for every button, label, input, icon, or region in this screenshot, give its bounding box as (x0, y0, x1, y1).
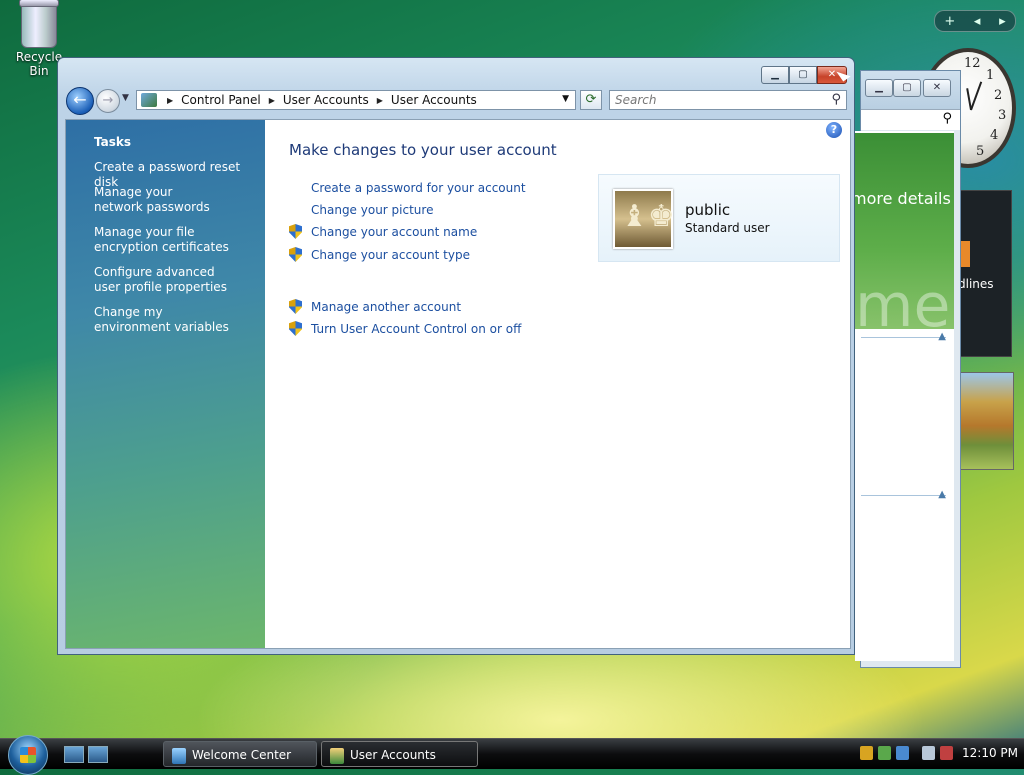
task-change-environment-variables[interactable]: Change my environment variables (94, 305, 234, 335)
window-caption[interactable]: ▁ ▢ ✕ (861, 71, 960, 109)
clock-hand (970, 81, 983, 111)
search-icon: ⚲ (942, 111, 952, 126)
uac-shield-icon (289, 299, 302, 314)
taskbar-button-label: Welcome Center (192, 748, 292, 762)
clock-number: 2 (994, 88, 1003, 103)
clock-number: 1 (986, 68, 995, 83)
breadcrumb-chevron-icon[interactable]: ▶ (167, 96, 173, 105)
tasks-heading: Tasks (94, 135, 132, 149)
clock-hand (966, 88, 972, 111)
address-dropdown-icon[interactable]: ▼ (562, 94, 569, 104)
uac-shield-icon (289, 321, 302, 336)
user-accounts-icon (330, 747, 344, 764)
windows-update-icon[interactable] (896, 746, 909, 760)
breadcrumb-chevron-icon[interactable]: ▶ (377, 96, 383, 105)
security-center-icon[interactable] (878, 746, 891, 760)
headlines-gadget[interactable]: dlines (955, 190, 1012, 357)
search-box[interactable]: ⚲ (861, 109, 960, 130)
account-name: public (685, 201, 731, 219)
link-change-account-name[interactable]: Change your account name (311, 225, 477, 239)
welcome-watermark: me (855, 271, 951, 341)
prev-gadget-button[interactable]: ◂ (974, 14, 981, 29)
forward-button[interactable]: → (96, 89, 120, 113)
avatar[interactable]: ♝♚ (613, 189, 675, 249)
system-clock[interactable]: 12:10 PM (962, 746, 1018, 760)
breadcrumb-chevron-icon[interactable]: ▶ (269, 96, 275, 105)
address-bar[interactable]: ▶ Control Panel ▶ User Accounts ▶ User A… (136, 90, 576, 110)
section-divider (861, 495, 946, 496)
uac-shield-icon (289, 224, 302, 239)
close-button[interactable]: ✕ (923, 79, 951, 97)
welcome-banner: more details me (851, 133, 954, 341)
navigation-bar: ← → ▼ ▶ Control Panel ▶ User Accounts ▶ … (66, 87, 847, 115)
slideshow-gadget[interactable] (960, 372, 1014, 470)
switch-windows-icon[interactable] (88, 746, 108, 763)
taskbar: Welcome Center User Accounts 12:10 PM (0, 735, 1024, 775)
task-manage-file-encryption-certificates[interactable]: Manage your file encryption certificates (94, 225, 254, 255)
minimize-button[interactable]: ▁ (761, 66, 789, 84)
link-manage-another-account[interactable]: Manage another account (311, 300, 461, 314)
breadcrumb-control-panel[interactable]: Control Panel (181, 93, 261, 107)
taskbar-button-user-accounts[interactable]: User Accounts (321, 741, 478, 767)
security-alert-icon[interactable] (860, 746, 873, 760)
link-change-account-type[interactable]: Change your account type (311, 248, 470, 262)
section-divider (861, 337, 946, 338)
search-input[interactable]: Search ⚲ (609, 90, 847, 110)
task-manage-network-passwords[interactable]: Manage your network passwords (94, 185, 224, 215)
tasks-pane: Tasks Create a password reset disk Manag… (66, 120, 265, 648)
task-configure-advanced-profile[interactable]: Configure advanced user profile properti… (94, 265, 234, 295)
taskbar-button-welcome-center[interactable]: Welcome Center (163, 741, 317, 767)
volume-muted-icon[interactable] (940, 746, 953, 760)
welcome-center-icon (172, 747, 186, 764)
clock-number: 12 (964, 56, 981, 71)
breadcrumb-user-accounts-current[interactable]: User Accounts (391, 93, 477, 107)
breadcrumb-user-accounts[interactable]: User Accounts (283, 93, 369, 107)
maximize-button[interactable]: ▢ (789, 66, 817, 84)
network-icon[interactable] (922, 746, 935, 760)
start-button[interactable] (8, 735, 48, 775)
minimize-button[interactable]: ▁ (865, 79, 893, 97)
welcome-center-window[interactable]: ▁ ▢ ✕ ⚲ more details me ▲ ▲ (851, 70, 961, 668)
caption-buttons: ▁ ▢ ✕ (761, 66, 847, 84)
link-change-picture[interactable]: Change your picture (311, 203, 433, 217)
recycle-bin-graphic (19, 0, 59, 48)
refresh-button[interactable]: ⟳ (580, 90, 602, 110)
feed-icon (960, 241, 970, 267)
more-details-link[interactable]: more details (851, 189, 951, 208)
content-area: Tasks Create a password reset disk Manag… (65, 119, 851, 649)
back-button[interactable]: ← (66, 87, 94, 115)
clock-number: 5 (976, 144, 985, 159)
maximize-button[interactable]: ▢ (893, 79, 921, 97)
link-create-password[interactable]: Create a password for your account (311, 181, 526, 195)
collapse-chevron-icon[interactable]: ▲ (938, 331, 946, 342)
user-accounts-window[interactable]: ▁ ▢ ✕ ← → ▼ ▶ Control Panel ▶ User Accou… (57, 57, 855, 655)
clock-number: 4 (990, 128, 999, 143)
account-type: Standard user (685, 221, 770, 235)
recent-pages-dropdown[interactable]: ▼ (122, 93, 129, 103)
sidebar-gadget-controls[interactable]: + ◂ ▸ (934, 10, 1016, 32)
headlines-label: dlines (958, 277, 994, 291)
collapse-chevron-icon[interactable]: ▲ (938, 489, 946, 500)
search-icon[interactable]: ⚲ (831, 91, 841, 109)
next-gadget-button[interactable]: ▸ (999, 14, 1006, 29)
taskbar-button-label: User Accounts (350, 748, 436, 762)
show-desktop-icon[interactable] (64, 746, 84, 763)
search-placeholder: Search (615, 93, 657, 107)
clock-number: 3 (998, 108, 1007, 123)
account-card: ♝♚ public Standard user (598, 174, 840, 262)
uac-shield-icon (289, 247, 302, 262)
help-icon[interactable]: ? (826, 122, 842, 138)
control-panel-icon (141, 93, 157, 107)
add-gadget-button[interactable]: + (944, 14, 955, 29)
link-turn-uac-on-off[interactable]: Turn User Account Control on or off (311, 322, 521, 336)
page-title: Make changes to your user account (289, 141, 557, 159)
chess-pieces-icon: ♝♚ (621, 199, 675, 234)
